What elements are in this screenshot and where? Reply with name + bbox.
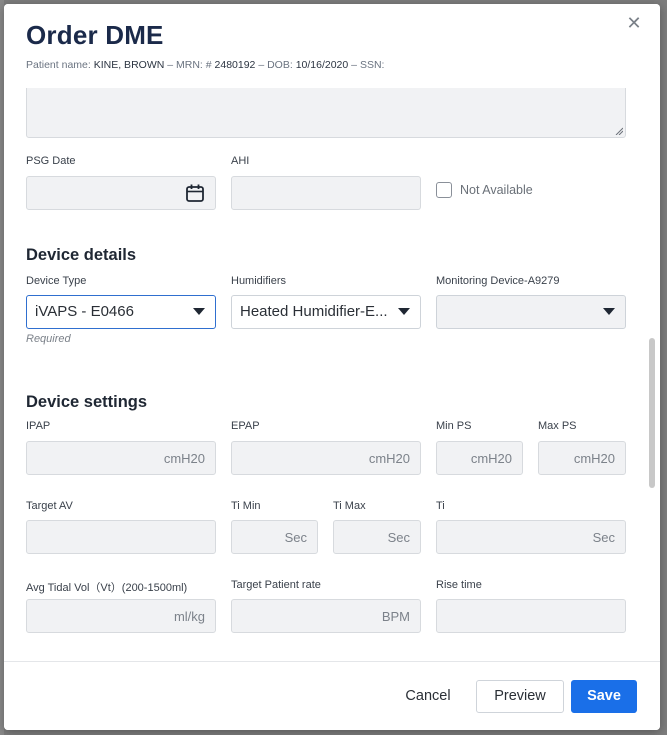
humidifiers-select[interactable]: Heated Humidifier-E... [231, 295, 421, 329]
patient-info-line: Patient name: KINE, BROWN – MRN: # 24801… [26, 59, 384, 71]
max-ps-unit: cmH20 [573, 451, 615, 466]
scrollbar-thumb[interactable] [649, 338, 655, 488]
chevron-down-icon [193, 308, 205, 315]
ahi-label: AHI [231, 155, 250, 167]
modal-body[interactable]: PSG Date AHI Not Available Device detail… [4, 88, 660, 661]
min-ps-unit: cmH20 [470, 451, 512, 466]
rise-time-label: Rise time [436, 579, 482, 591]
ti-min-unit: Sec [284, 530, 307, 545]
mrn-value: 2480192 [214, 59, 256, 71]
min-ps-label: Min PS [436, 420, 472, 432]
ipap-label: IPAP [26, 420, 51, 432]
dob-value: 10/16/2020 [295, 59, 349, 71]
ti-input[interactable]: Sec [436, 520, 626, 554]
monitoring-device-select[interactable] [436, 295, 626, 329]
device-type-hint: Required [26, 333, 71, 345]
modal-header: Order DME Patient name: KINE, BROWN – MR… [4, 4, 660, 88]
epap-label: EPAP [231, 420, 260, 432]
separator: – [258, 59, 265, 71]
patient-name-label: Patient name: [26, 59, 91, 71]
psg-date-input[interactable] [26, 176, 216, 210]
humidifiers-label: Humidifiers [231, 275, 287, 287]
avg-tidal-vol-input[interactable]: ml/kg [26, 599, 216, 633]
ti-min-label: Ti Min [231, 500, 261, 512]
device-type-select[interactable]: iVAPS - E0466 [26, 295, 216, 329]
not-available-label[interactable]: Not Available [460, 183, 533, 197]
ti-max-unit: Sec [387, 530, 410, 545]
dob-label: DOB: [267, 59, 293, 71]
target-patient-rate-input[interactable]: BPM [231, 599, 421, 633]
chevron-down-icon [398, 308, 410, 315]
device-settings-heading: Device settings [26, 393, 148, 411]
ipap-input[interactable]: cmH20 [26, 441, 216, 475]
device-type-label: Device Type [26, 275, 87, 287]
notes-textarea[interactable] [26, 88, 626, 138]
target-patient-rate-label: Target Patient rate [231, 579, 321, 591]
chevron-down-icon [603, 308, 615, 315]
patient-name-value: KINE, BROWN [93, 59, 165, 71]
order-dme-modal: Order DME Patient name: KINE, BROWN – MR… [4, 4, 660, 730]
cancel-button[interactable]: Cancel [388, 680, 468, 713]
device-type-value: iVAPS - E0466 [35, 303, 134, 320]
ti-label: Ti [436, 500, 445, 512]
target-av-input[interactable] [26, 520, 216, 554]
humidifiers-value: Heated Humidifier-E... [240, 303, 388, 320]
close-icon[interactable]: ✕ [623, 12, 645, 34]
separator: – [167, 59, 174, 71]
target-av-label: Target AV [26, 500, 73, 512]
ti-unit: Sec [592, 530, 615, 545]
rise-time-input[interactable] [436, 599, 626, 633]
preview-button[interactable]: Preview [476, 680, 564, 713]
device-details-heading: Device details [26, 246, 137, 264]
ipap-unit: cmH20 [163, 451, 205, 466]
ahi-input[interactable] [231, 176, 421, 210]
min-ps-input[interactable]: cmH20 [436, 441, 523, 475]
max-ps-input[interactable]: cmH20 [538, 441, 626, 475]
ti-max-label: Ti Max [333, 500, 366, 512]
save-button[interactable]: Save [571, 680, 637, 713]
avg-tidal-vol-unit: ml/kg [173, 609, 205, 624]
separator: – [351, 59, 358, 71]
epap-unit: cmH20 [368, 451, 410, 466]
max-ps-label: Max PS [538, 420, 577, 432]
modal-footer: Cancel Preview Save [4, 661, 660, 730]
ssn-label: SSN: [359, 59, 385, 71]
epap-input[interactable]: cmH20 [231, 441, 421, 475]
modal-title: Order DME [26, 20, 164, 50]
mrn-label: MRN: # [176, 59, 212, 71]
not-available-checkbox[interactable] [436, 182, 452, 198]
ti-min-input[interactable]: Sec [231, 520, 318, 554]
avg-tidal-vol-label: Avg Tidal Vol（Vt）(200-1500ml) [26, 582, 188, 594]
monitoring-device-label: Monitoring Device-A9279 [436, 275, 560, 287]
ti-max-input[interactable]: Sec [333, 520, 421, 554]
resize-grip-icon[interactable] [615, 127, 623, 135]
psg-date-label: PSG Date [26, 155, 76, 167]
calendar-icon[interactable] [185, 183, 205, 203]
target-patient-rate-unit: BPM [381, 609, 410, 624]
